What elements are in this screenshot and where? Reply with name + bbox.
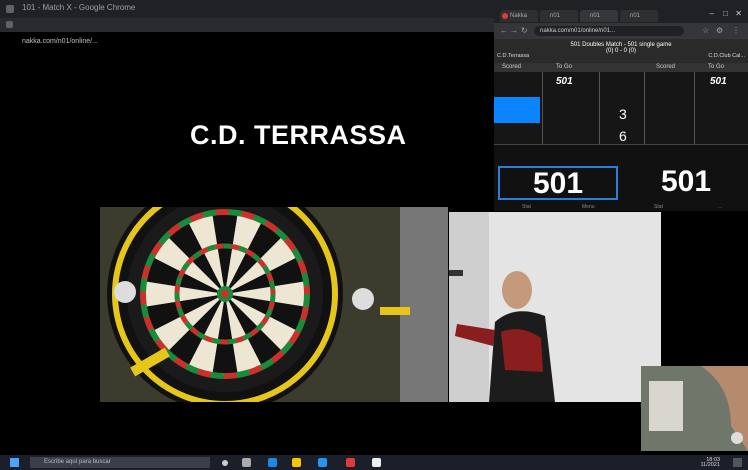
col-scored-left: Scored [502,64,522,70]
col-togo-right: To Go [708,64,725,70]
menu-icon[interactable]: ⋮ [732,27,740,35]
score-right[interactable]: 501 [626,166,746,200]
notifications-icon[interactable] [733,458,742,467]
col-scored-right: Scored [656,64,676,70]
match-header: 501 Doubles Match - 501 single game (0) … [494,39,748,63]
extensions-icon[interactable]: ⚙ [716,27,723,35]
dartboard-image [100,207,448,402]
edge-icon[interactable] [268,458,277,467]
chrome-taskbar-icon[interactable] [346,458,355,467]
cortana-icon[interactable] [222,460,228,466]
footer-more[interactable]: ... [718,204,722,210]
tray-date: 11/2021 [700,462,720,468]
popup-footer: Stat Menu Stat ... [494,204,748,211]
dartboard-camera-view [100,207,448,402]
score-left[interactable]: 501 [498,166,618,200]
secondary-camera-view [641,366,748,451]
divider [542,72,543,144]
player-image [449,212,661,402]
score-column-headers: Scored To Go Scored To Go [494,63,748,72]
divider [599,72,600,144]
close-icon[interactable]: ✕ [735,9,742,18]
task-view-icon[interactable] [242,458,251,467]
chrome-icon [6,5,14,13]
file-explorer-icon[interactable] [292,458,301,467]
player-right-name: C.D.Club Cal... [708,53,745,59]
forward-icon[interactable]: → [510,27,518,35]
main-browser-url[interactable]: nakka.com/n01/online/... [22,38,98,45]
back-icon[interactable]: ← [500,27,508,35]
tab-4[interactable]: n01 [620,10,658,22]
system-tray-clock[interactable]: 18:03 11/2021 [700,457,720,468]
score-grid: 501 501 3 6 [494,72,748,145]
club-name: C.D. TERRASSA [190,120,407,150]
reload-icon[interactable]: ↻ [521,27,528,35]
divider [694,72,695,144]
store-icon[interactable] [318,458,327,467]
app-icon[interactable] [372,458,381,467]
windows-start-icon[interactable] [10,458,19,467]
divider [644,72,645,144]
dart-count-2: 6 [619,128,627,144]
dart-count-1: 3 [619,106,627,122]
togo-left-value: 501 [556,76,573,87]
minimize-icon[interactable]: – [710,9,714,18]
popup-url-field[interactable]: nakka.com/n01/online/n01... [534,26,684,36]
tab-2[interactable]: n01 [540,10,578,22]
footer-stat-left[interactable]: Stat [522,204,531,210]
togo-right-value: 501 [710,76,727,87]
active-input-cell[interactable] [494,97,540,123]
player-left-name: C.D.Terrassa [497,53,530,59]
footer-menu[interactable]: Menu [582,204,595,210]
maximize-icon[interactable]: □ [723,9,728,18]
star-icon[interactable]: ☆ [702,27,709,35]
big-score-panel: 501 501 [494,164,748,202]
popup-urlbar: ← → ↻ nakka.com/n01/online/n01... ☆ ⚙ ⋮ [494,23,748,39]
popup-tab-strip: Nakka n01 n01 n01 ✕ □ – [494,7,748,23]
windows-taskbar: Escribe aquí para buscar 18:03 11/2021 [0,455,748,470]
taskbar-search[interactable]: Escribe aquí para buscar [30,457,210,468]
footer-stat-right[interactable]: Stat [654,204,663,210]
main-browser-title: 101 - Match X - Google Chrome [22,3,136,12]
tab-3[interactable]: n01 [580,10,618,22]
lock-icon [6,21,13,28]
youtube-icon [502,13,508,19]
col-togo-left: To Go [556,64,573,70]
tab-1[interactable]: Nakka [500,10,538,22]
player-camera-view [449,212,661,402]
secondary-camera-image [641,366,748,451]
scoreboard-window: Nakka n01 n01 n01 ✕ □ – ← → ↻ nakka.com/… [494,7,748,211]
